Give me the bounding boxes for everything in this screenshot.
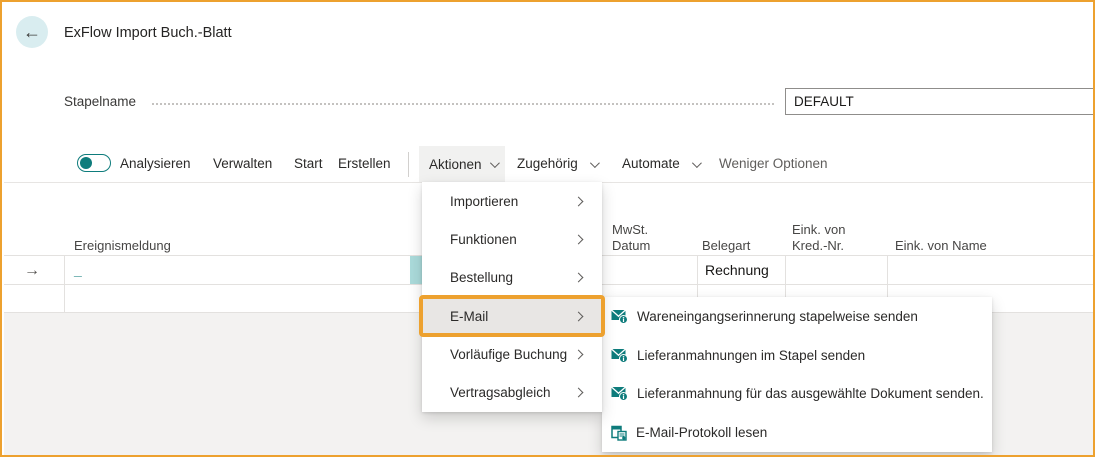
stapelname-input[interactable]	[785, 88, 1093, 115]
col-header-ereignismeldung[interactable]: Ereignismeldung	[74, 238, 171, 254]
toolbar-weniger-optionen[interactable]: Weniger Optionen	[719, 156, 828, 171]
menu-item-vorlaeufige-buchung[interactable]: Vorläufige Buchung	[422, 335, 602, 373]
toolbar-erstellen[interactable]: Erstellen	[338, 156, 391, 171]
back-button[interactable]: ←	[16, 16, 48, 48]
col-header-mwst-datum[interactable]: MwSt. Datum	[612, 222, 672, 254]
menu-item-email[interactable]: E-Mail	[419, 294, 605, 338]
submenu-item-email-protokoll-lesen[interactable]: E-Mail-Protokoll lesen	[602, 413, 992, 452]
chevron-right-icon	[573, 349, 584, 360]
page-title: ExFlow Import Buch.-Blatt	[64, 25, 232, 41]
dotted-leader	[152, 97, 774, 105]
mail-info-icon	[611, 348, 628, 363]
toolbar-automate-menu[interactable]: Automate	[622, 156, 702, 171]
toolbar-aktionen-menu[interactable]: Aktionen	[419, 146, 505, 182]
toolbar-verwalten[interactable]: Verwalten	[213, 156, 272, 171]
cell-ereignismeldung[interactable]: _	[74, 257, 82, 284]
chevron-right-icon	[573, 234, 584, 245]
col-header-eink-von-kred-nr[interactable]: Eink. von Kred.-Nr.	[792, 222, 872, 254]
toggle-knob	[80, 157, 92, 169]
menu-item-funktionen[interactable]: Funktionen	[422, 220, 602, 258]
toolbar-start[interactable]: Start	[294, 156, 323, 171]
mail-info-icon	[611, 309, 628, 324]
chevron-down-icon	[691, 158, 702, 169]
app-window: ← ExFlow Import Buch.-Blatt Stapelname A…	[0, 0, 1095, 457]
aktionen-dropdown-menu: Importieren Funktionen Bestellung E-Mail…	[419, 182, 605, 412]
aktionen-label: Aktionen	[429, 156, 482, 172]
chevron-down-icon	[489, 157, 500, 168]
toolbar-zugehoerig-menu[interactable]: Zugehörig	[517, 156, 600, 171]
menu-item-bestellung[interactable]: Bestellung	[422, 259, 602, 297]
chevron-right-icon	[573, 311, 584, 322]
email-submenu: Wareneingangserinnerung stapelweise send…	[602, 297, 992, 452]
menu-item-importieren[interactable]: Importieren	[422, 182, 602, 220]
stapelname-label: Stapelname	[64, 94, 137, 109]
submenu-item-lieferanmahnungen-stapel[interactable]: Lieferanmahnungen im Stapel senden	[602, 336, 992, 375]
col-header-belegart[interactable]: Belegart	[702, 238, 750, 254]
submenu-item-wareneingangserinnerung[interactable]: Wareneingangserinnerung stapelweise send…	[602, 297, 992, 336]
chevron-right-icon	[573, 387, 584, 398]
back-arrow-icon: ←	[23, 22, 41, 42]
active-row-indicator-icon: →	[24, 262, 40, 279]
cell-belegart[interactable]: Rechnung	[705, 257, 769, 284]
log-read-icon	[611, 425, 627, 441]
analyze-toggle[interactable]	[77, 154, 111, 172]
grid-line	[64, 255, 65, 312]
chevron-right-icon	[573, 272, 584, 283]
col-header-eink-von-name[interactable]: Eink. von Name	[895, 238, 1055, 254]
menu-item-vertragsabgleich[interactable]: Vertragsabgleich	[422, 374, 602, 412]
chevron-right-icon	[573, 196, 584, 207]
submenu-item-lieferanmahnung-dokument[interactable]: Lieferanmahnung für das ausgewählte Doku…	[602, 375, 992, 414]
mail-info-icon	[611, 386, 628, 402]
toolbar-divider	[408, 152, 409, 177]
toolbar-analysieren[interactable]: Analysieren	[120, 156, 191, 171]
chevron-down-icon	[589, 158, 600, 169]
